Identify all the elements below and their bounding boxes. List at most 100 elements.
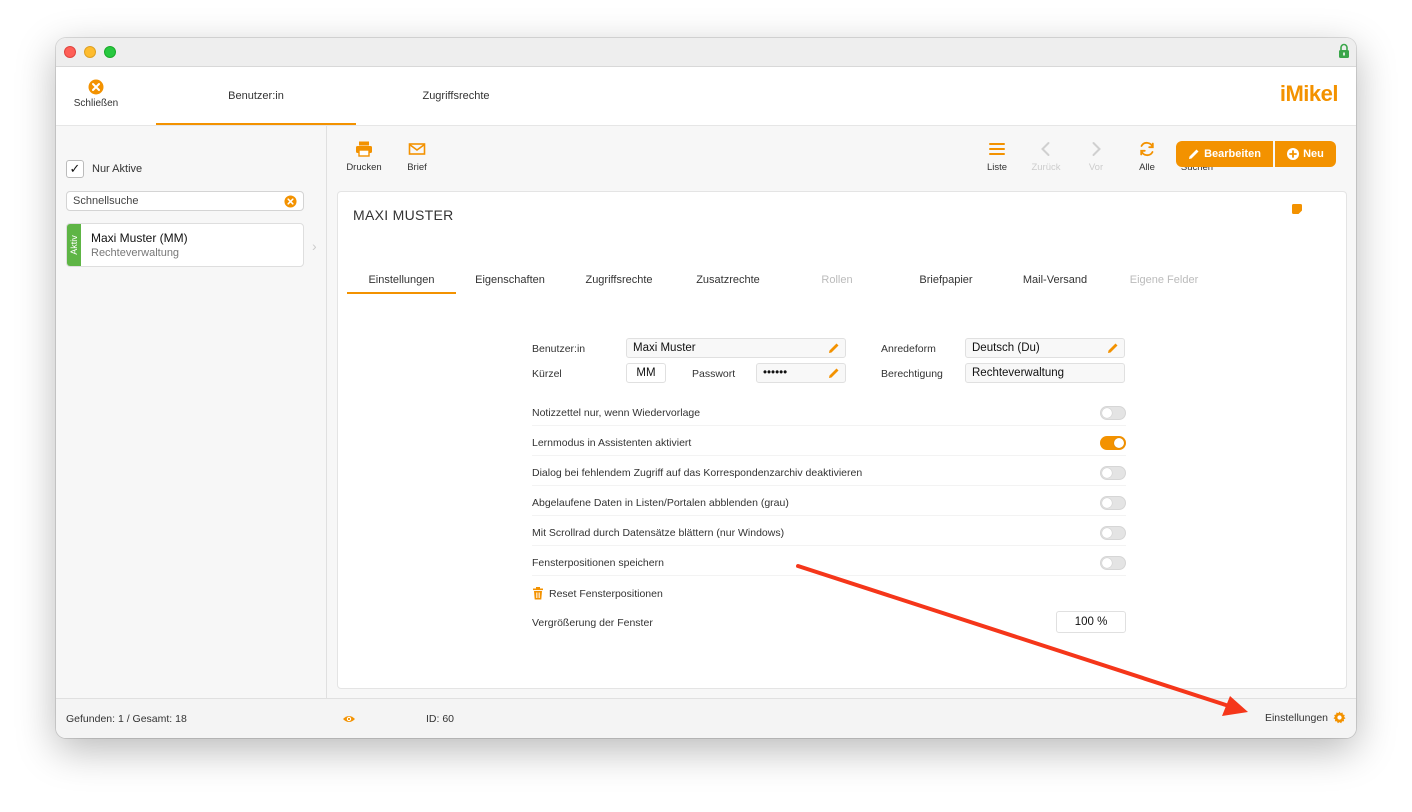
setting-label: Fensterpositionen speichern <box>532 557 664 569</box>
clear-search-icon[interactable] <box>284 195 297 208</box>
pencil-icon <box>1189 149 1199 159</box>
title-bar <box>56 38 1356 67</box>
salutation-field[interactable]: Deutsch (Du) <box>965 338 1125 358</box>
list-item[interactable]: Aktiv Maxi Muster (MM) Rechteverwaltung <box>66 223 304 267</box>
setting-row: Dialog bei fehlendem Zugriff auf das Kor… <box>532 463 1126 486</box>
tab-benutzer[interactable]: Benutzer:in <box>156 67 356 125</box>
checkmark-icon: ✓ <box>66 160 84 178</box>
record-name: Maxi Muster (MM) <box>91 231 188 245</box>
settings-button[interactable]: Einstellungen <box>1265 711 1346 724</box>
back-button[interactable]: Zurück <box>1027 140 1065 173</box>
letter-label: Brief <box>407 162 427 173</box>
only-active-label: Nur Aktive <box>92 163 143 175</box>
window-close-button[interactable] <box>64 46 76 58</box>
permission-field[interactable]: Rechteverwaltung <box>965 363 1125 383</box>
edit-label: Bearbeiten <box>1204 148 1261 160</box>
close-circle-icon <box>88 79 104 95</box>
printer-icon <box>356 141 372 157</box>
password-value: •••••• <box>763 367 788 379</box>
short-field[interactable]: MM <box>626 363 666 383</box>
salutation-label: Anredeform <box>881 343 936 355</box>
subtab-zugriffsrechte[interactable]: Zugriffsrechte <box>574 274 664 292</box>
short-label: Kürzel <box>532 368 562 380</box>
tab-zugriffsrechte[interactable]: Zugriffsrechte <box>356 67 556 125</box>
eye-icon[interactable] <box>342 713 356 725</box>
subtab-eigene-felder[interactable]: Eigene Felder <box>1119 274 1209 292</box>
trash-icon <box>533 587 543 600</box>
setting-toggle[interactable] <box>1100 496 1126 510</box>
setting-toggle[interactable] <box>1100 406 1126 420</box>
only-active-checkbox[interactable]: ✓ Nur Aktive <box>66 160 142 178</box>
setting-toggle[interactable] <box>1100 436 1126 450</box>
setting-row: Abgelaufene Daten in Listen/Portalen abb… <box>532 493 1126 516</box>
status-bar: Gefunden: 1 / Gesamt: 18 ID: 60 Einstell… <box>56 698 1356 738</box>
list-icon <box>989 143 1005 155</box>
subtab-zusatzrechte[interactable]: Zusatzrechte <box>683 274 773 292</box>
content-area: MAXI MUSTER Einstellungen Eigenschaften … <box>327 188 1356 698</box>
settings-label: Einstellungen <box>1264 711 1328 724</box>
found-count: Gefunden: 1 / Gesamt: 18 <box>66 713 187 725</box>
status-badge: Aktiv <box>67 224 81 266</box>
sidebar: ✓ Nur Aktive Schnellsuche Aktiv Maxi Mus… <box>56 126 327 698</box>
user-label: Benutzer:in <box>532 343 586 355</box>
envelope-icon <box>408 143 426 155</box>
pencil-icon <box>1108 343 1118 353</box>
password-field[interactable]: •••••• <box>756 363 846 383</box>
record-id: ID: 60 <box>426 713 455 725</box>
new-button[interactable]: Neu <box>1275 141 1336 167</box>
close-record-button[interactable]: Schließen <box>66 79 126 109</box>
user-field[interactable]: Maxi Muster <box>626 338 846 358</box>
page-title: MAXI MUSTER <box>353 207 454 223</box>
record-role: Rechteverwaltung <box>91 247 180 259</box>
setting-row: Notizzettel nur, wenn Wiedervorlage <box>532 403 1126 426</box>
top-navigation: Schließen Benutzer:in Zugriffsrechte iMi… <box>56 67 1356 126</box>
subtab-eigenschaften[interactable]: Eigenschaften <box>465 274 555 292</box>
record-detail-card: MAXI MUSTER Einstellungen Eigenschaften … <box>337 191 1347 689</box>
window-minimize-button[interactable] <box>84 46 96 58</box>
pencil-icon <box>829 368 839 378</box>
setting-label: Dialog bei fehlendem Zugriff auf das Kor… <box>532 467 863 479</box>
user-value: Maxi Muster <box>633 342 696 354</box>
forward-label: Vor <box>1088 162 1104 173</box>
close-label: Schließen <box>73 98 119 109</box>
sticky-note-icon[interactable] <box>1292 204 1302 214</box>
new-label: Neu <box>1303 148 1324 160</box>
gear-icon <box>1333 711 1346 724</box>
zoom-label: Vergrößerung der Fenster <box>532 617 653 629</box>
all-button[interactable]: Alle <box>1131 140 1163 173</box>
list-button[interactable]: Liste <box>981 140 1013 173</box>
quicksearch-input[interactable]: Schnellsuche <box>66 191 304 211</box>
setting-label: Notizzettel nur, wenn Wiedervorlage <box>532 407 701 419</box>
subtab-rollen[interactable]: Rollen <box>792 274 882 292</box>
forward-button[interactable]: Vor <box>1079 140 1113 173</box>
subtab-briefpapier[interactable]: Briefpapier <box>901 274 991 292</box>
setting-row: Lernmodus in Assistenten aktiviert <box>532 433 1126 456</box>
pencil-icon <box>829 343 839 353</box>
letter-button[interactable]: Brief <box>397 140 437 173</box>
setting-row: Fensterpositionen speichern <box>532 553 1126 576</box>
permission-label: Berechtigung <box>881 368 943 380</box>
edit-button[interactable]: Bearbeiten <box>1176 141 1273 167</box>
chevron-right-icon: › <box>312 238 317 254</box>
chevron-left-icon <box>1041 142 1050 156</box>
plus-circle-icon <box>1287 148 1300 160</box>
print-label: Drucken <box>346 162 382 173</box>
toolbar: Drucken Brief Liste Zurück Vor Alle Such… <box>327 126 1356 188</box>
setting-toggle[interactable] <box>1100 526 1126 540</box>
refresh-icon <box>1140 141 1154 157</box>
setting-row: Mit Scrollrad durch Datensätze blättern … <box>532 523 1126 546</box>
salutation-value: Deutsch (Du) <box>972 342 1040 354</box>
back-label: Zurück <box>1031 162 1061 173</box>
list-label: Liste <box>986 162 1008 173</box>
subtab-mail-versand[interactable]: Mail-Versand <box>1010 274 1100 292</box>
window-zoom-button[interactable] <box>104 46 116 58</box>
zoom-field[interactable]: 100 % <box>1056 611 1126 633</box>
reset-window-positions-button[interactable]: Reset Fensterpositionen <box>532 587 663 600</box>
reset-label: Reset Fensterpositionen <box>549 587 663 600</box>
setting-toggle[interactable] <box>1100 466 1126 480</box>
imikel-logo: iMikel <box>1279 81 1339 106</box>
lock-icon <box>1339 43 1349 58</box>
setting-toggle[interactable] <box>1100 556 1126 570</box>
print-button[interactable]: Drucken <box>339 140 389 173</box>
subtab-einstellungen[interactable]: Einstellungen <box>347 274 456 294</box>
